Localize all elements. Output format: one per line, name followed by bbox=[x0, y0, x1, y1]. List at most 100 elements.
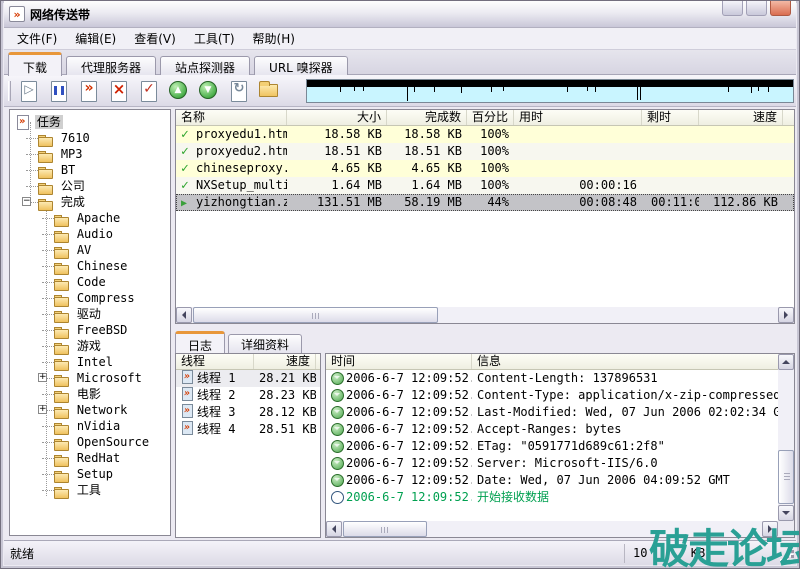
doc-pause-icon bbox=[48, 80, 70, 102]
tree-item-21[interactable]: OpenSource bbox=[10, 434, 170, 450]
tab-1[interactable]: 下载 bbox=[8, 52, 62, 76]
tree-item-5[interactable]: 公司 bbox=[10, 178, 170, 194]
scroll-up-icon[interactable] bbox=[778, 354, 794, 370]
tab-3[interactable]: 站点探测器 bbox=[160, 56, 250, 76]
scroll-left-icon[interactable] bbox=[326, 521, 342, 537]
folder-icon bbox=[54, 371, 71, 384]
thread-row[interactable]: 线程 3 28.12 KB bbox=[176, 404, 320, 421]
log-row[interactable]: 2006-6-7 12:09:52.718 Content-Type: appl… bbox=[326, 387, 794, 404]
tree-item-1[interactable]: 任务 bbox=[10, 114, 170, 130]
tree-item-10[interactable]: Chinese bbox=[10, 258, 170, 274]
import-tasks-button[interactable]: ↻ bbox=[224, 77, 254, 105]
task-row[interactable]: ✓proxyedu1.html 18.58 KB 18.58 KB 100% bbox=[176, 126, 794, 143]
log-row[interactable]: 2006-6-7 12:09:52.718 Content-Length: 13… bbox=[326, 370, 794, 387]
tree-item-15[interactable]: 游戏 bbox=[10, 338, 170, 354]
log-row[interactable]: 2006-6-7 12:09:52.718 Last-Modified: Wed… bbox=[326, 404, 794, 421]
column-header[interactable]: 名称 bbox=[176, 110, 287, 125]
scroll-thumb[interactable] bbox=[343, 521, 427, 537]
menu-item-1[interactable]: 文件(F) bbox=[8, 28, 66, 49]
tab-4[interactable]: URL 嗅探器 bbox=[254, 56, 348, 76]
scroll-thumb[interactable] bbox=[193, 307, 438, 323]
tree-item-14[interactable]: FreeBSD bbox=[10, 322, 170, 338]
bottom-tab-2[interactable]: 详细资料 bbox=[228, 334, 302, 353]
tree-item-18[interactable]: 电影 bbox=[10, 386, 170, 402]
tree-item-4[interactable]: BT bbox=[10, 162, 170, 178]
task-row[interactable]: ✓NXSetup_multi.zip 1.64 MB 1.64 MB 100% … bbox=[176, 177, 794, 194]
resume-task-button[interactable]: » bbox=[74, 77, 104, 105]
tree-item-8[interactable]: Audio bbox=[10, 226, 170, 242]
folder-icon bbox=[54, 483, 71, 496]
toolbar: ▷ »×✓▲▼↻ bbox=[4, 75, 796, 107]
move-down-button[interactable]: ▼ bbox=[194, 77, 224, 105]
scroll-left-icon[interactable] bbox=[176, 307, 192, 323]
move-up-button[interactable]: ▲ bbox=[164, 77, 194, 105]
folder-icon bbox=[54, 227, 71, 240]
column-header[interactable]: 线程 bbox=[176, 354, 254, 369]
column-header[interactable]: 时间 bbox=[326, 354, 472, 369]
close-button[interactable] bbox=[770, 1, 791, 16]
scroll-right-icon[interactable] bbox=[762, 521, 778, 537]
tree-item-12[interactable]: Compress bbox=[10, 290, 170, 306]
tree-item-9[interactable]: AV bbox=[10, 242, 170, 258]
log-vscrollbar[interactable] bbox=[778, 354, 794, 521]
task-row[interactable]: ✓chineseproxy.htm 4.65 KB 4.65 KB 100% bbox=[176, 160, 794, 177]
tree-item-2[interactable]: 7610 bbox=[10, 130, 170, 146]
log-row[interactable]: 2006-6-7 12:09:52.781 开始接收数据 bbox=[326, 489, 794, 506]
expand-toggle-icon[interactable]: + bbox=[38, 373, 47, 382]
scroll-right-icon[interactable] bbox=[778, 307, 794, 323]
tree-item-13[interactable]: 驱动 bbox=[10, 306, 170, 322]
log-hscrollbar[interactable] bbox=[326, 521, 778, 537]
column-header[interactable]: 完成数 bbox=[387, 110, 467, 125]
tree-item-11[interactable]: Code bbox=[10, 274, 170, 290]
resize-grip[interactable] bbox=[781, 550, 794, 563]
tree-item-24[interactable]: 工具 bbox=[10, 482, 170, 498]
column-header[interactable]: 信息 bbox=[472, 354, 794, 369]
tree-item-22[interactable]: RedHat bbox=[10, 450, 170, 466]
log-row[interactable]: 2006-6-7 12:09:52.718 Accept-Ranges: byt… bbox=[326, 421, 794, 438]
menu-item-5[interactable]: 帮助(H) bbox=[244, 28, 304, 49]
thread-row[interactable]: 线程 2 28.23 KB bbox=[176, 387, 320, 404]
log-row[interactable]: 2006-6-7 12:09:52.718 ETag: "0591771d689… bbox=[326, 438, 794, 455]
menu-item-4[interactable]: 工具(T) bbox=[185, 28, 244, 49]
tree-item-7[interactable]: Apache bbox=[10, 210, 170, 226]
menu-item-3[interactable]: 查看(V) bbox=[125, 28, 185, 49]
scroll-down-icon[interactable] bbox=[778, 505, 794, 521]
thread-row[interactable]: 线程 1 28.21 KB bbox=[176, 370, 320, 387]
tree-item-6[interactable]: − 完成 bbox=[10, 194, 170, 210]
bottom-tab-1[interactable]: 日志 bbox=[175, 331, 225, 353]
column-header[interactable]: 剩时 bbox=[642, 110, 699, 125]
column-header[interactable]: 用时 bbox=[514, 110, 642, 125]
task-row[interactable]: ✓proxyedu2.html 18.51 KB 18.51 KB 100% bbox=[176, 143, 794, 160]
column-header[interactable]: 百分比 bbox=[467, 110, 514, 125]
new-task-button[interactable]: ▷ bbox=[14, 77, 44, 105]
column-header[interactable]: 速度 bbox=[254, 354, 316, 369]
tree-item-20[interactable]: nVidia bbox=[10, 418, 170, 434]
maximize-button[interactable] bbox=[746, 1, 767, 16]
scroll-thumb[interactable] bbox=[778, 450, 794, 504]
tree-item-17[interactable]: + Microsoft bbox=[10, 370, 170, 386]
folder-open-icon bbox=[258, 80, 280, 102]
expand-toggle-icon[interactable]: − bbox=[22, 197, 31, 206]
tree-item-3[interactable]: MP3 bbox=[10, 146, 170, 162]
menu-item-2[interactable]: 编辑(E) bbox=[66, 28, 125, 49]
expand-toggle-icon[interactable]: + bbox=[38, 405, 47, 414]
column-header[interactable]: 大小 bbox=[287, 110, 387, 125]
tab-2[interactable]: 代理服务器 bbox=[66, 56, 156, 76]
toolbar-grip[interactable] bbox=[8, 81, 11, 101]
log-row[interactable]: 2006-6-7 12:09:52.718 Date: Wed, 07 Jun … bbox=[326, 472, 794, 489]
pause-task-button[interactable] bbox=[44, 77, 74, 105]
task-hscrollbar[interactable] bbox=[176, 307, 794, 323]
app-window: » 网络传送带 文件(F)编辑(E)查看(V)工具(T)帮助(H) 下载代理服务… bbox=[0, 0, 800, 569]
commit-task-button[interactable]: ✓ bbox=[134, 77, 164, 105]
thread-row[interactable]: 线程 4 28.51 KB bbox=[176, 421, 320, 438]
delete-task-button[interactable]: × bbox=[104, 77, 134, 105]
log-row[interactable]: 2006-6-7 12:09:52.718 Server: Microsoft-… bbox=[326, 455, 794, 472]
tree-item-19[interactable]: + Network bbox=[10, 402, 170, 418]
column-header[interactable]: 速度 bbox=[699, 110, 783, 125]
open-folder-button[interactable] bbox=[254, 77, 284, 105]
tree-item-16[interactable]: Intel bbox=[10, 354, 170, 370]
minimize-button[interactable] bbox=[722, 1, 743, 16]
task-state-icon: ✓ bbox=[181, 177, 196, 194]
tree-item-23[interactable]: Setup bbox=[10, 466, 170, 482]
task-row[interactable]: ▶yizhongtian.zip 131.51 MB 58.19 MB 44% … bbox=[176, 194, 794, 211]
